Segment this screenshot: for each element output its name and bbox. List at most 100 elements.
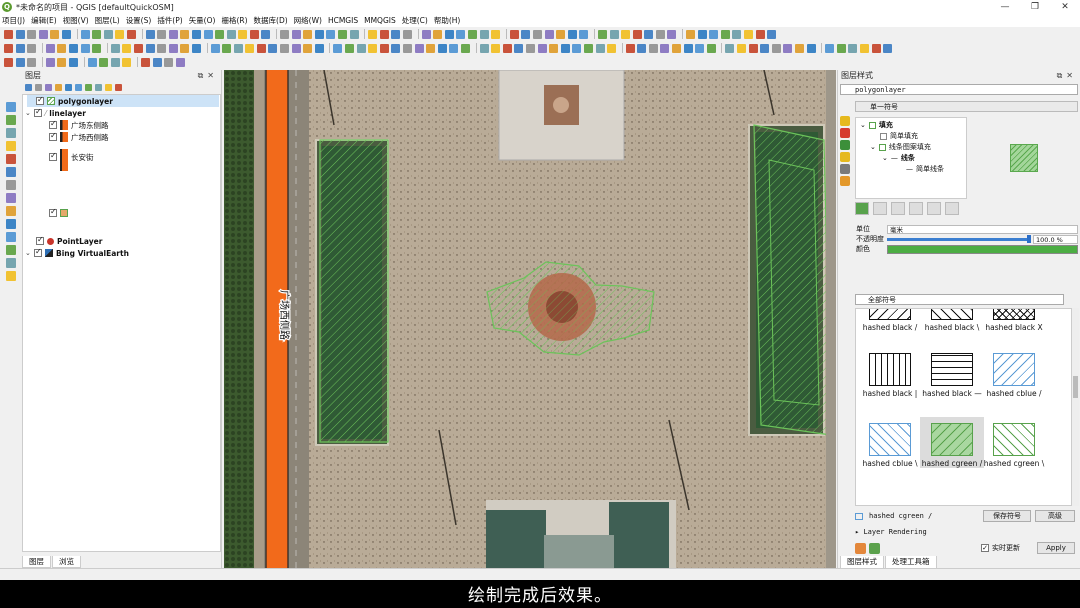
toolbar-tool-icon[interactable] <box>291 29 301 39</box>
toolbar-tool-icon[interactable] <box>164 57 174 67</box>
layer-item-bing[interactable]: ⌄ Bing VirtualEarth <box>25 247 129 259</box>
opacity-spinbox[interactable]: 100.0 % <box>1033 235 1078 244</box>
toolbar-tool-icon[interactable] <box>560 43 570 53</box>
symbol-tree-line-pattern[interactable]: ⌄ 线条图案填充 <box>870 142 931 152</box>
toolbar-tool-icon[interactable] <box>660 43 670 53</box>
menu-layer[interactable]: 图层(L) <box>95 15 120 26</box>
toolbar-tool-icon[interactable] <box>403 29 412 39</box>
remove-symbol-layer-button[interactable] <box>873 202 887 215</box>
toolbar-tool-icon[interactable] <box>783 43 793 53</box>
toolbar-tool-icon[interactable] <box>314 43 324 53</box>
toolbar-tool-icon[interactable] <box>4 29 13 39</box>
toolbar-tool-icon[interactable] <box>68 43 78 53</box>
live-update-checkbox[interactable]: ✓ <box>981 544 989 552</box>
gallery-scrollbar[interactable] <box>1072 308 1079 506</box>
apply-button[interactable]: Apply <box>1037 542 1075 554</box>
toolbar-tool-icon[interactable] <box>303 29 313 39</box>
toolbar-tool-icon[interactable] <box>655 29 665 39</box>
toolbar-tool-icon[interactable] <box>180 43 190 53</box>
toolbar-tool-icon[interactable] <box>92 43 102 53</box>
toolbar-tool-icon[interactable] <box>157 43 167 53</box>
toolbar-tool-icon[interactable] <box>6 141 16 151</box>
menu-project[interactable]: 项目(J) <box>2 15 25 26</box>
toolbar-tool-icon[interactable] <box>35 83 42 91</box>
chevron-down-icon[interactable]: ⌄ <box>25 249 33 257</box>
rendering-tab-icon[interactable] <box>840 164 850 174</box>
toolbar-tool-icon[interactable] <box>686 29 696 39</box>
toolbar-tool-icon[interactable] <box>226 29 236 39</box>
toolbar-tool-icon[interactable] <box>27 29 37 39</box>
opacity-slider[interactable] <box>887 238 1029 241</box>
toolbar-tool-icon[interactable] <box>6 167 16 177</box>
toolbar-tool-icon[interactable] <box>697 29 707 39</box>
toolbar-tool-icon[interactable] <box>767 29 777 39</box>
toolbar-tool-icon[interactable] <box>607 43 617 53</box>
menu-mmqgis[interactable]: MMQGIS <box>364 16 396 25</box>
add-symbol-layer-button[interactable] <box>855 202 869 215</box>
toolbar-tool-icon[interactable] <box>609 29 619 39</box>
toolbar-tool-icon[interactable] <box>45 57 55 67</box>
toolbar-tool-icon[interactable] <box>245 43 255 53</box>
toolbar-tool-icon[interactable] <box>145 29 155 39</box>
toolbar-tool-icon[interactable] <box>122 57 132 67</box>
toolbar-tool-icon[interactable] <box>75 83 82 91</box>
move-up-button[interactable] <box>927 202 941 215</box>
menu-settings[interactable]: 设置(S) <box>126 15 152 26</box>
toolbar-tool-icon[interactable] <box>126 29 136 39</box>
category-checkbox[interactable] <box>49 131 57 141</box>
toolbar-tool-icon[interactable] <box>180 29 190 39</box>
toolbar-tool-icon[interactable] <box>338 29 348 39</box>
toolbar-tool-icon[interactable] <box>667 29 677 39</box>
toolbar-tool-icon[interactable] <box>314 29 324 39</box>
symbology-tab-icon[interactable] <box>840 116 850 126</box>
save-symbol-button[interactable]: 保存符号 <box>983 510 1031 522</box>
toolbar-tool-icon[interactable] <box>514 43 524 53</box>
toolbar-tool-icon[interactable] <box>145 43 155 53</box>
toolbar-tool-icon[interactable] <box>115 83 122 91</box>
toolbar-tool-icon[interactable] <box>6 206 16 216</box>
toolbar-tool-icon[interactable] <box>133 43 143 53</box>
toolbar-tool-icon[interactable] <box>45 83 52 91</box>
toolbar-tool-icon[interactable] <box>280 29 290 39</box>
toolbar-tool-icon[interactable] <box>45 43 55 53</box>
color-button[interactable] <box>887 245 1078 254</box>
symbol-gallery-item[interactable]: hashed black — <box>920 347 984 398</box>
toolbar-tool-icon[interactable] <box>326 29 336 39</box>
lock-symbol-layer-button[interactable] <box>891 202 905 215</box>
toolbar-tool-icon[interactable] <box>6 102 16 112</box>
toolbar-tool-icon[interactable] <box>95 83 102 91</box>
category-item[interactable] <box>49 207 71 219</box>
toolbar-tool-icon[interactable] <box>725 43 735 53</box>
toolbar-tool-icon[interactable] <box>80 29 90 39</box>
toolbar-tool-icon[interactable] <box>771 43 781 53</box>
symbol-tree-line[interactable]: ⌄ — 线条 <box>882 153 915 163</box>
toolbar-tool-icon[interactable] <box>65 83 72 91</box>
category-checkbox[interactable] <box>49 207 57 217</box>
menu-web[interactable]: 网络(W) <box>294 15 322 26</box>
toolbar-tool-icon[interactable] <box>6 180 16 190</box>
toolbar-tool-icon[interactable] <box>644 29 654 39</box>
toolbar-tool-icon[interactable] <box>806 43 816 53</box>
toolbar-tool-icon[interactable] <box>737 43 747 53</box>
toolbar-tool-icon[interactable] <box>379 29 389 39</box>
toolbar-tool-icon[interactable] <box>38 29 48 39</box>
toolbar-tool-icon[interactable] <box>157 29 167 39</box>
symbol-gallery-item[interactable]: hashed cgreen / <box>920 417 984 468</box>
toolbar-tool-icon[interactable] <box>233 43 243 53</box>
toolbar-tool-icon[interactable] <box>403 43 412 53</box>
toolbar-tool-icon[interactable] <box>268 43 278 53</box>
toolbar-tool-icon[interactable] <box>333 43 343 53</box>
category-checkbox[interactable] <box>49 119 57 129</box>
toolbar-tool-icon[interactable] <box>140 57 150 67</box>
duplicate-symbol-layer-button[interactable] <box>909 202 923 215</box>
toolbar-tool-icon[interactable] <box>57 43 67 53</box>
symbol-tree-simple-line[interactable]: — 简单线条 <box>906 164 944 174</box>
toolbar-tool-icon[interactable] <box>509 29 519 39</box>
labels-tab-icon[interactable] <box>840 128 850 138</box>
toolbar-tool-icon[interactable] <box>706 43 716 53</box>
toolbar-tool-icon[interactable] <box>55 83 62 91</box>
toolbar-tool-icon[interactable] <box>6 128 16 138</box>
toolbar-tool-icon[interactable] <box>672 43 682 53</box>
chevron-down-icon[interactable]: ⌄ <box>25 109 33 117</box>
toolbar-tool-icon[interactable] <box>6 258 16 268</box>
